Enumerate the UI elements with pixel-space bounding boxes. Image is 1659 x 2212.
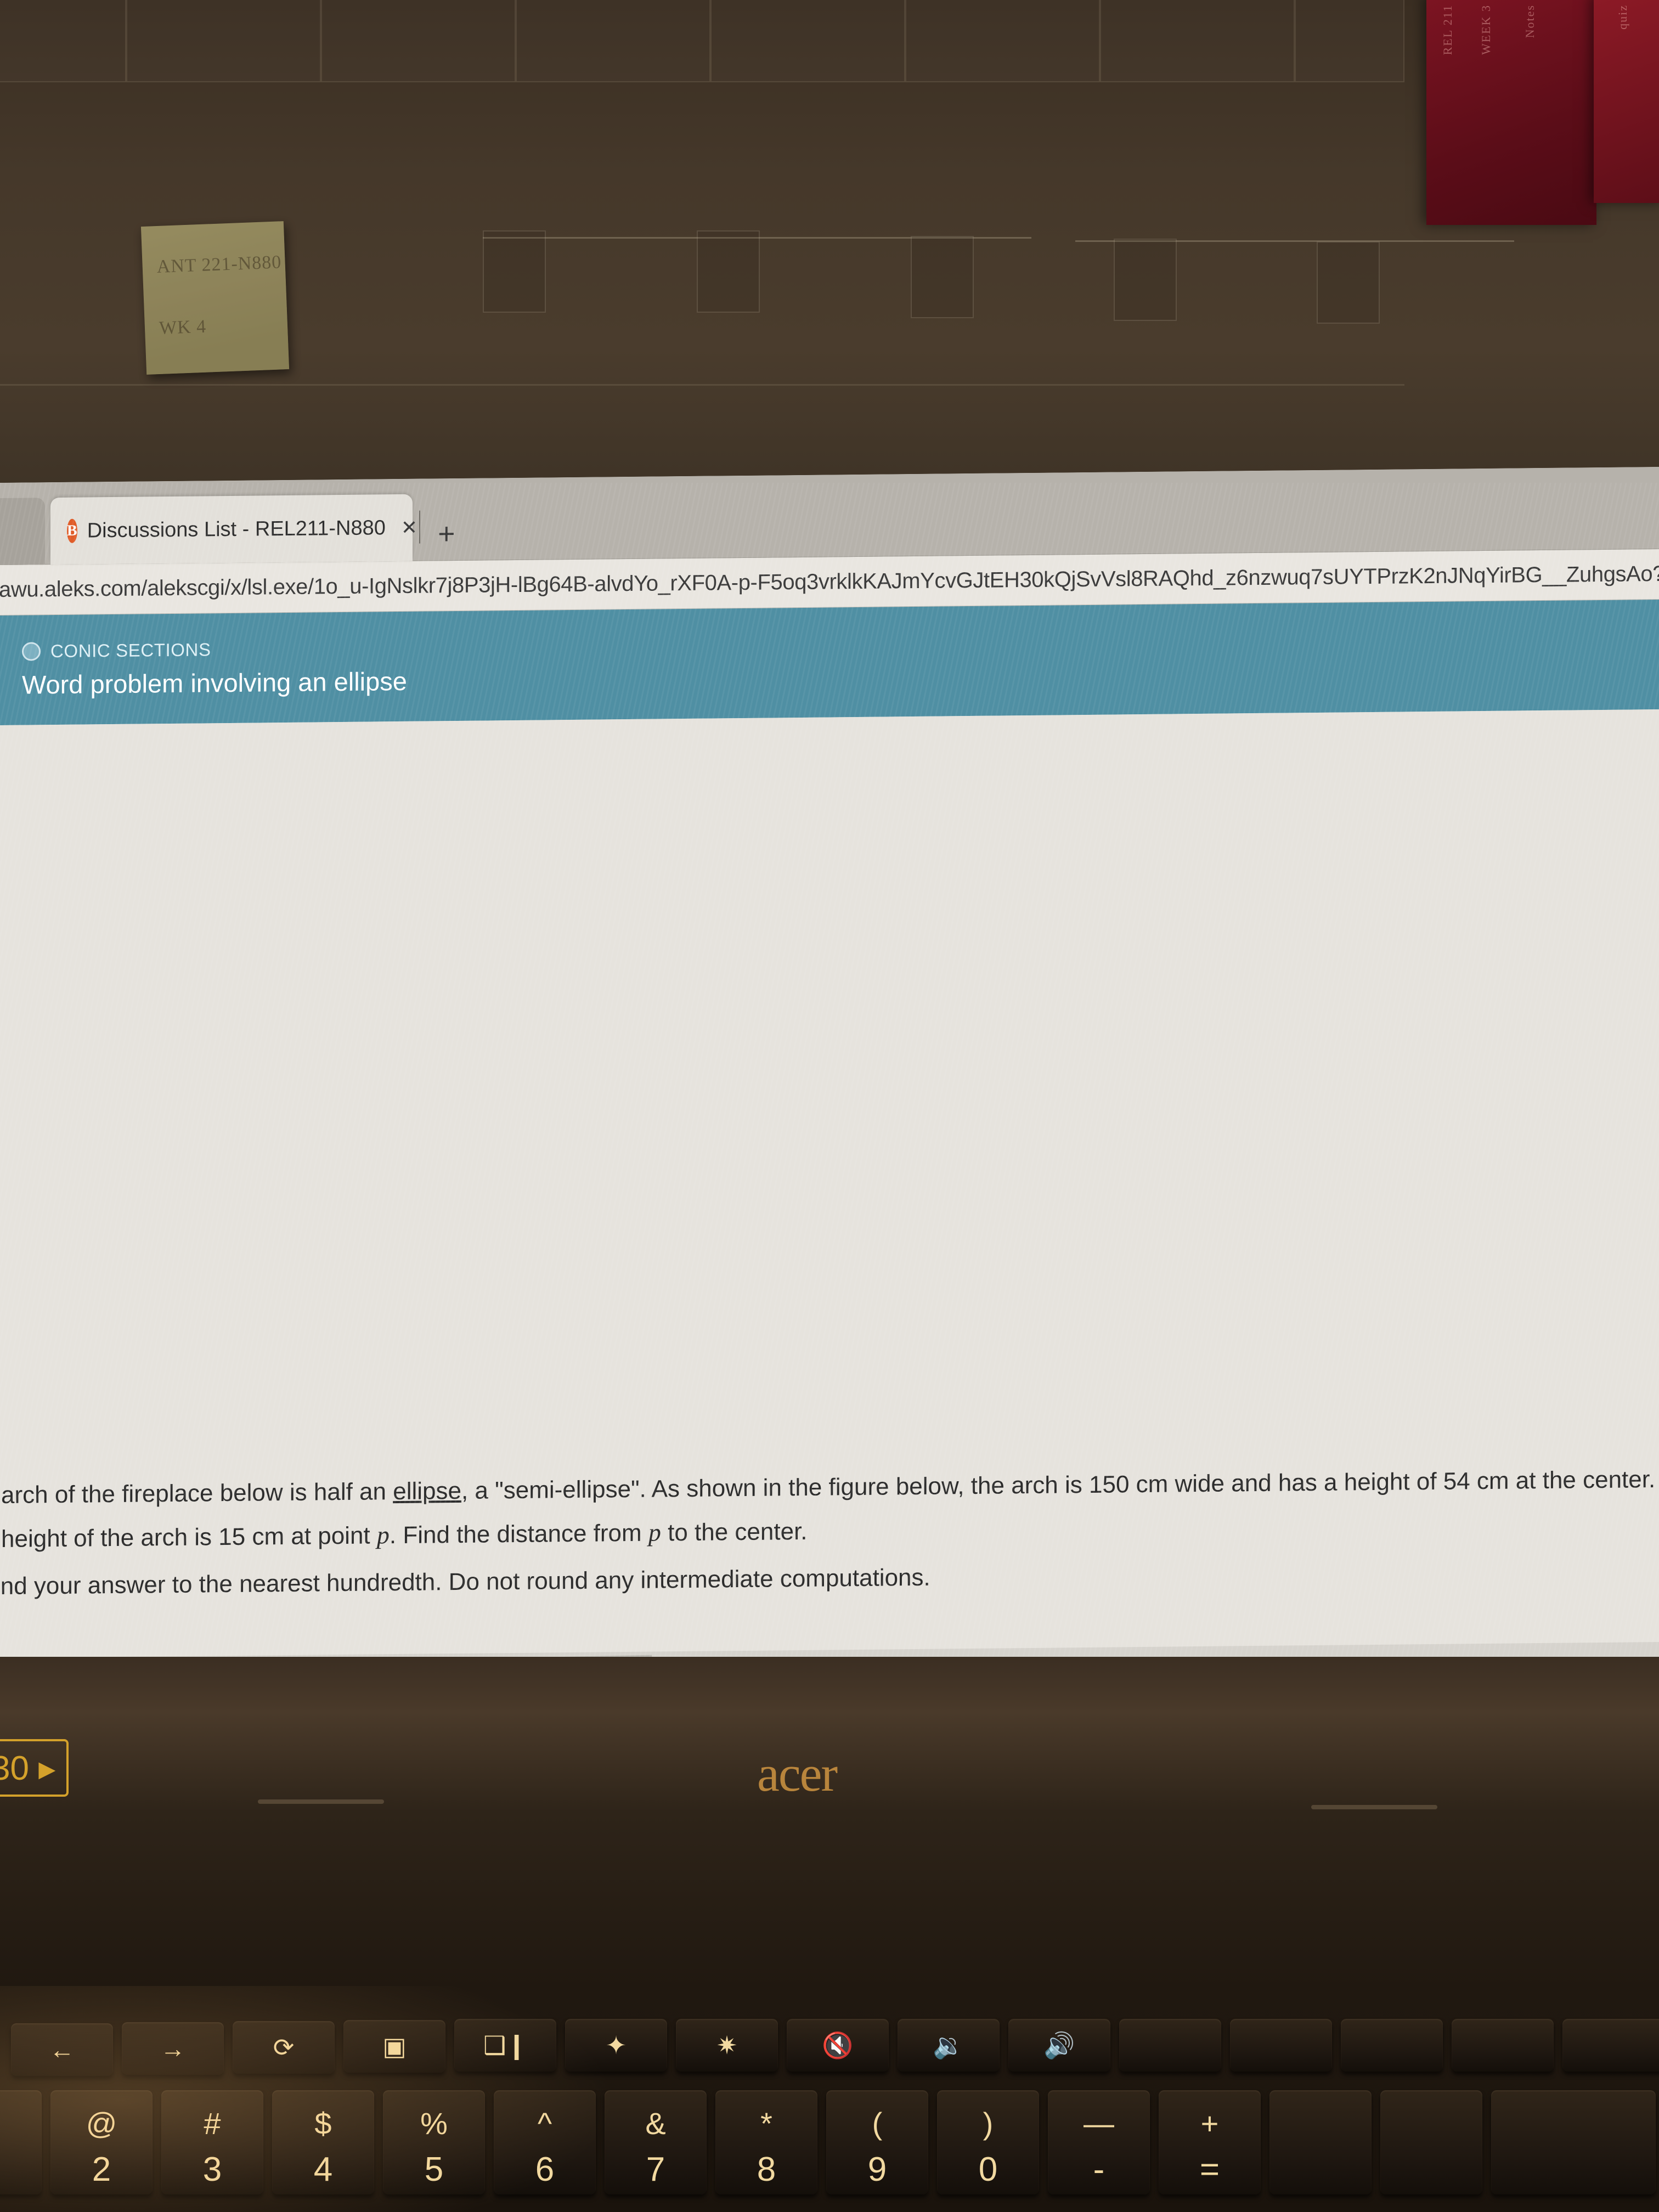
browser-tab-strip: - Learn ✕ B Discussions List - REL211-N8… <box>0 466 1659 566</box>
laptop-keyboard: ← → ⟳ ▣ ❑❙ ✦ ✷ 🔇 🔉 🔊 !1 @2 #3 $4 %5 ^6 &… <box>0 2019 1659 2212</box>
key-7[interactable]: & 7 <box>605 2090 707 2194</box>
key-8[interactable]: * 8 <box>715 2090 817 2194</box>
key-9[interactable]: (9 <box>826 2090 928 2194</box>
wall-tile <box>1114 239 1177 321</box>
tab-close-icon[interactable]: ✕ <box>0 520 1 543</box>
key-brightness-down[interactable]: ✦ <box>565 2019 667 2072</box>
q2-part-a: The height of the arch is 15 cm at point <box>0 1522 370 1553</box>
key-power[interactable] <box>1562 2019 1659 2072</box>
wall-panel <box>321 0 516 82</box>
key-6[interactable]: ^ 6 <box>494 2090 596 2194</box>
tab-title: Discussions List - REL211-N880 <box>87 516 386 542</box>
key-volume-up[interactable]: 🔊 <box>1008 2019 1110 2072</box>
wall-seam <box>0 384 1404 386</box>
wall-panel <box>0 0 126 82</box>
q1-part-b: , a "semi-ellipse". As shown in the figu… <box>461 1466 1656 1504</box>
browser-tab-discussions[interactable]: B Discussions List - REL211-N880 ✕ <box>50 494 417 565</box>
key-reload[interactable]: ⟳ <box>233 2021 335 2074</box>
key-brightness-up[interactable]: ✷ <box>676 2019 778 2072</box>
sticky-note: ANT 221-N880 WK 4 <box>140 221 290 375</box>
browser-tab-learn[interactable]: - Learn ✕ <box>0 498 45 566</box>
key-volume-down[interactable]: 🔉 <box>898 2019 1000 2072</box>
tab-close-icon[interactable]: ✕ <box>401 516 417 539</box>
red-poster: REL 211 WEEK 3 Notes <box>1426 0 1596 225</box>
topic-category: CONIC SECTIONS <box>50 639 211 661</box>
q2-part-b: . Find the distance from <box>389 1519 648 1549</box>
point-p-2: p <box>648 1518 661 1547</box>
question-line-3: Round your answer to the nearest hundred… <box>0 1564 930 1600</box>
key-backspace-b[interactable] <box>1380 2090 1482 2194</box>
acer-logo: acer <box>757 1746 838 1802</box>
wall-panel <box>710 0 905 82</box>
wall-panel <box>905 0 1100 82</box>
aleks-topic-header: CONIC SECTIONS Word problem involving an… <box>0 599 1659 726</box>
key-fullscreen[interactable]: ▣ <box>343 2020 445 2073</box>
key-mute[interactable]: 🔇 <box>787 2019 889 2072</box>
key-2[interactable]: @2 <box>50 2090 153 2194</box>
deck-vent <box>1311 1805 1437 1809</box>
wall-tile <box>697 230 760 313</box>
key-equals[interactable]: + = <box>1159 2090 1261 2194</box>
key-back-arrow[interactable]: ← <box>11 2023 113 2076</box>
key-0[interactable]: ) 0 <box>937 2090 1039 2194</box>
blackboard-favicon: B <box>67 518 77 543</box>
key-4[interactable]: $4 <box>272 2090 374 2194</box>
point-p-1: p <box>376 1521 390 1549</box>
key-overview[interactable]: ❑❙ <box>454 2019 556 2072</box>
sticky-note-line2: WK 4 <box>159 316 207 338</box>
key-forward-arrow[interactable]: → <box>122 2022 224 2075</box>
key-backspace[interactable] <box>1491 2090 1656 2194</box>
wall-panel <box>126 0 321 82</box>
url-text: awu.aleks.com/alekscgi/x/lsl.exe/1o_u-Ig… <box>0 561 1659 602</box>
key-fn-extra[interactable] <box>1341 2019 1443 2072</box>
sticky-note-line1: ANT 221-N880 <box>156 252 282 278</box>
background-wall: REL 211 WEEK 3 Notes quiz ANT 221-N880 W… <box>0 0 1659 494</box>
new-tab-button[interactable]: + <box>438 517 455 551</box>
deck-vent <box>258 1799 384 1804</box>
wall-panel <box>1100 0 1295 82</box>
q1-part-a: The arch of the fireplace below is half … <box>0 1478 387 1509</box>
tab-divider <box>419 510 420 544</box>
wall-panel <box>1295 0 1404 82</box>
wall-panel <box>516 0 710 82</box>
laptop-screen: - Learn ✕ B Discussions List - REL211-N8… <box>0 466 1659 1690</box>
topic-status-icon <box>22 641 41 661</box>
wall-tile <box>1317 241 1380 324</box>
wall-tile <box>483 230 546 313</box>
question-line-1: The arch of the fireplace below is half … <box>0 1466 1656 1509</box>
question-content: The arch of the fireplace below is half … <box>0 709 1659 1690</box>
red-poster-edge: quiz <box>1594 0 1659 203</box>
key-fn-extra[interactable] <box>1452 2019 1554 2072</box>
q2-part-c: to the center. <box>661 1517 808 1547</box>
page-title: Word problem involving an ellipse <box>22 666 407 699</box>
key-fn-extra[interactable] <box>1230 2019 1332 2072</box>
wall-tile <box>911 236 974 318</box>
photo-of-laptop-scene: REL 211 WEEK 3 Notes quiz ANT 221-N880 W… <box>0 0 1659 2212</box>
key-backspace-a[interactable] <box>1269 2090 1372 2194</box>
key-5[interactable]: % 5 <box>383 2090 485 2194</box>
ellipse-glossary-link[interactable]: ellipse <box>393 1477 461 1505</box>
question-line-2: The height of the arch is 15 cm at point… <box>0 1517 808 1553</box>
screen-edge-badge: 30 ▸ <box>0 1739 69 1797</box>
key-3[interactable]: #3 <box>161 2090 263 2194</box>
key-minus[interactable]: — - <box>1048 2090 1150 2194</box>
key-fn-extra[interactable] <box>1119 2019 1221 2072</box>
key-1[interactable]: !1 <box>0 2090 42 2194</box>
